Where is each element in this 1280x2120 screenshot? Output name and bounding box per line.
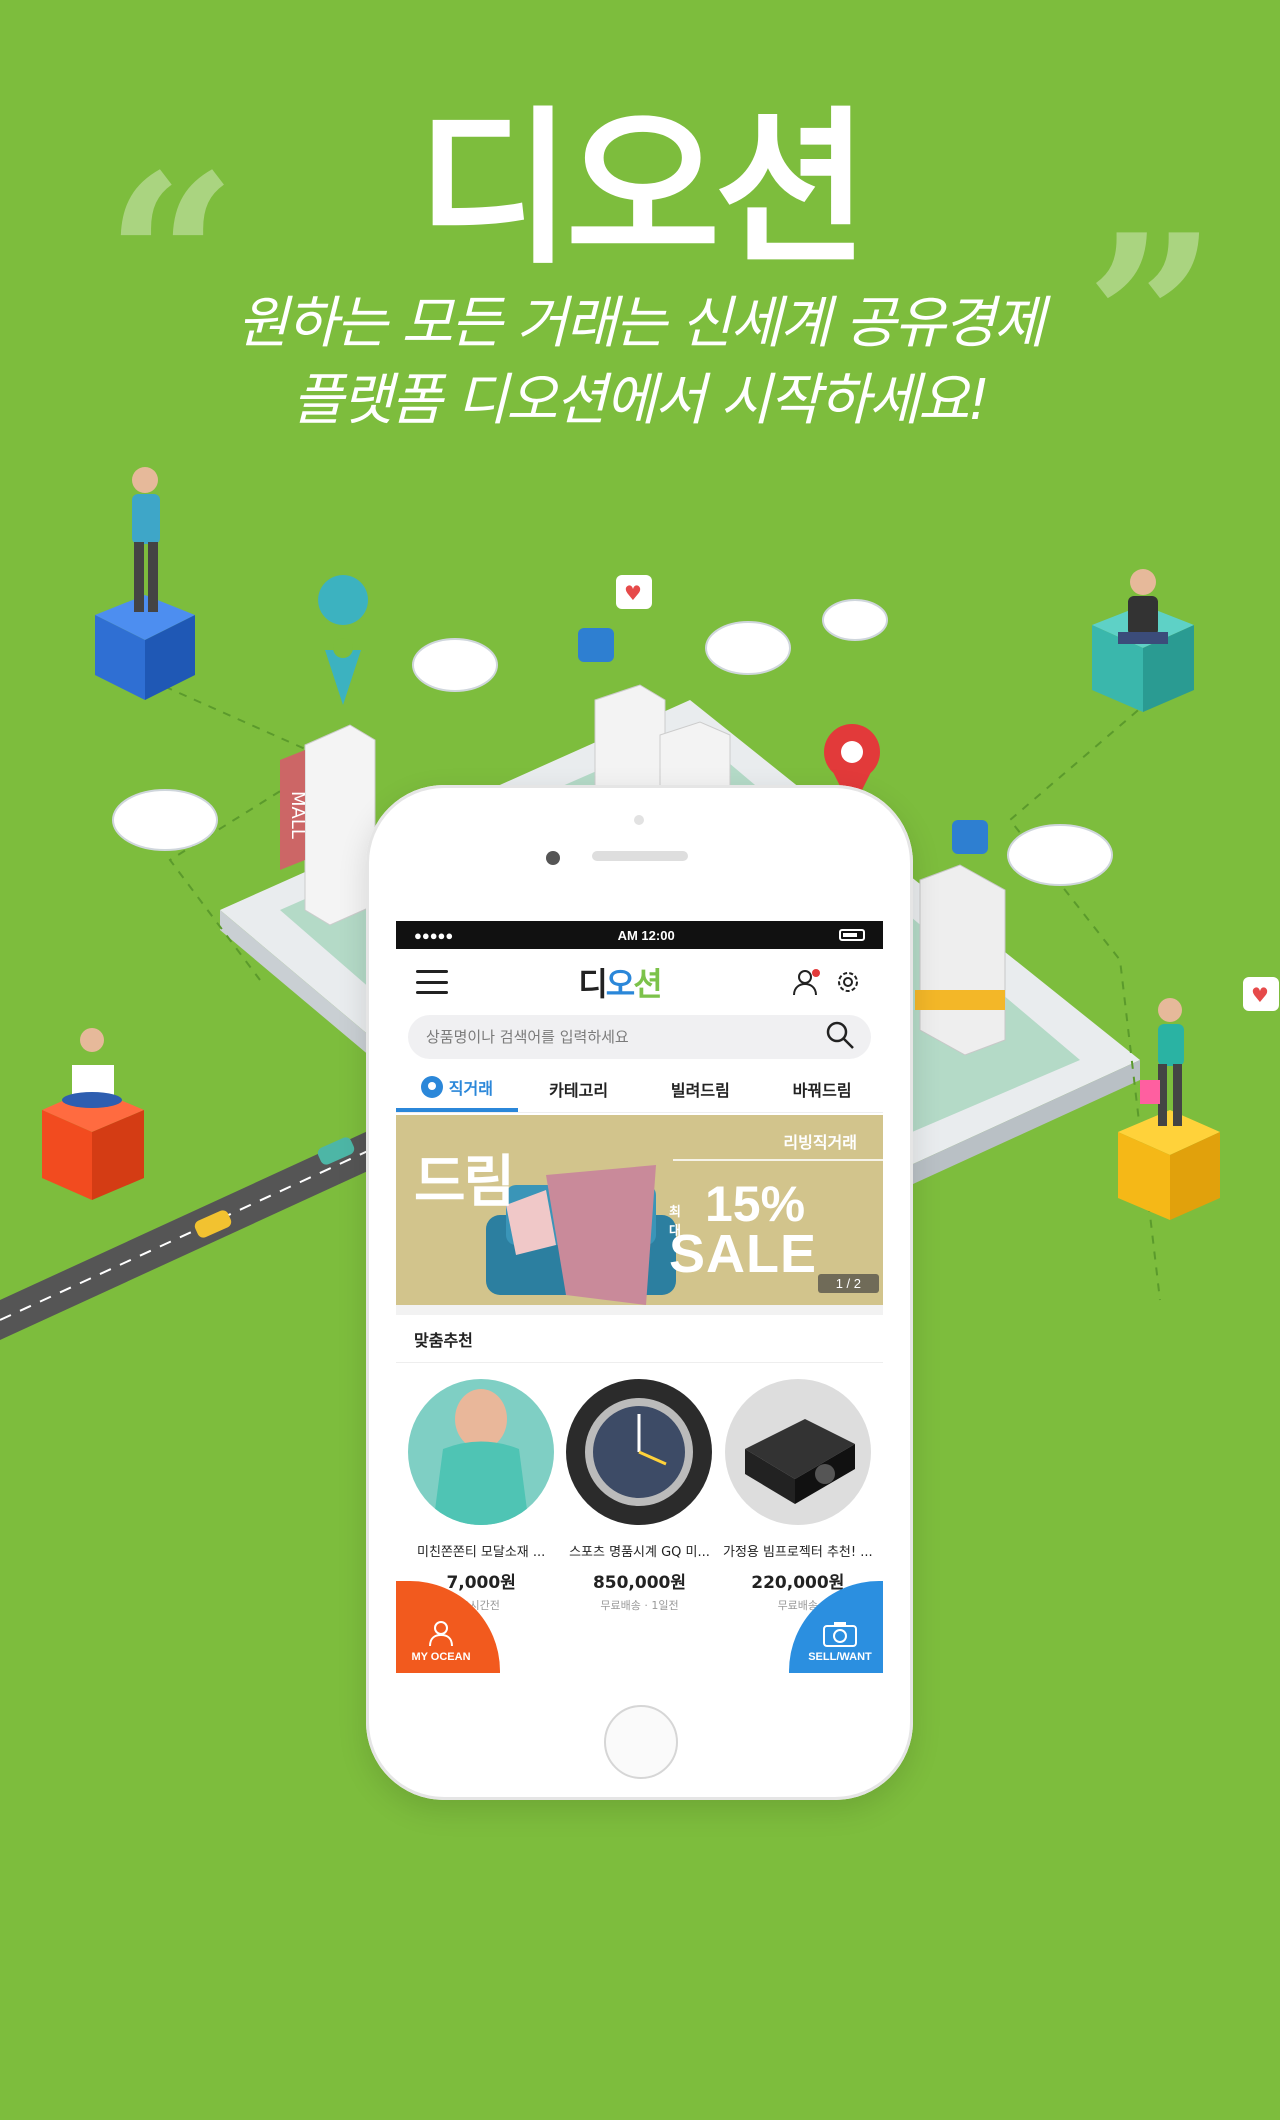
battery-icon [839,929,865,941]
map-pin-teal [318,575,369,625]
person-icon [429,1621,453,1647]
app-logo-part2: 오 [605,965,635,1003]
search-input[interactable] [426,1028,786,1046]
tab-label: 카테고리 [549,1080,609,1100]
sofa-image [486,1165,676,1305]
product-name: 스포츠 명품시계 GQ 미... [569,1545,710,1560]
status-bar: ●●●●● AM 12:00 [396,921,883,949]
shop-building [919,864,1006,1056]
svg-text:MALL: MALL [287,791,308,839]
search-bar [408,1015,871,1059]
search-icon[interactable] [825,1020,855,1054]
hero-subtitle: 원하는 모든 거래는 신세계 공유경제 플랫폼 디오션에서 시작하세요! [0,285,1280,440]
banner-pager: 1 / 2 [817,1274,879,1293]
promo-page: MALL ♥ ♥ “ ” 디오션 원하는 모든 거래는 신세계 공유경제 플랫폼… [0,0,1280,2120]
teal-car [317,1137,355,1165]
hero-subtitle-line1: 원하는 모든 거래는 신세계 공유경제 [236,291,1045,356]
like-bubble [578,628,614,662]
product-card[interactable]: 가정용 빔프로젝터 추천! ... 220,000원 무료배송 [723,1379,873,1613]
banner-divider [673,1159,883,1161]
my-ocean-label: MY OCEAN [411,1651,471,1663]
product-name: 가정용 빔프로젝터 추천! ... [723,1545,873,1560]
person-standing [132,467,160,612]
tab-bar: 직거래 카테고리 빌려드림 바꿔드림 [396,1065,883,1113]
phone-speaker [592,851,688,861]
product-price: 850,000원 [592,1573,687,1593]
yellow-car [194,1210,232,1238]
app-logo[interactable]: 디오션 [578,959,662,1005]
app-logo-part3: 션 [633,965,662,1003]
tab-category[interactable]: 카테고리 [518,1065,640,1112]
product-image [566,1379,713,1525]
svg-text:♥: ♥ [624,581,642,605]
cube-teal [1092,605,1194,712]
product-image [408,1379,555,1525]
app-logo-part1: 디 [578,965,607,1003]
recommend-section: 맞춤추천 미친쫀쫀티 모달소재 ... 7,000원 2시간전 스포츠 명품시계… [396,1305,883,1613]
camera-icon [823,1622,857,1647]
person-laptop [62,1028,122,1108]
tab-direct-trade[interactable]: 직거래 [396,1065,518,1112]
appbar-actions [791,967,863,997]
settings-gear-icon[interactable] [833,967,863,997]
product-card[interactable]: 스포츠 명품시계 GQ 미... 850,000원 무료배송 · 1일전 [564,1379,714,1613]
banner-tag: 리빙직거래 [783,1133,857,1152]
banner-sale-text: SALE [669,1224,818,1284]
my-profile-icon[interactable] [791,967,821,997]
tab-label: 빌려드림 [670,1080,730,1100]
cube-yellow [1118,1110,1220,1220]
product-name: 미친쫀쫀티 모달소재 ... [417,1545,546,1560]
promo-banner[interactable]: 드림 리빙직거래 최대 15% SALE 1 / 2 [396,1115,883,1305]
tab-label: 직거래 [448,1078,493,1098]
banner-headline: 드림 [414,1150,515,1215]
sell-want-label: SELL/WANT [808,1651,872,1663]
road [0,1130,370,1340]
heart-bubble [616,575,652,609]
person-shopping [1140,998,1184,1126]
tab-exchange[interactable]: 바꿔드림 [761,1065,883,1112]
person-sitting [1118,569,1168,644]
app-screen: ●●●●● AM 12:00 디오션 상품명이나 검색어를 입력하세요 직거래 … [396,921,883,1673]
signal-indicator: ●●●●● [414,927,454,943]
phone-mockup: ●●●●● AM 12:00 디오션 상품명이나 검색어를 입력하세요 직거래 … [366,785,913,1800]
location-pin-icon [420,1075,443,1098]
phone-sensor [634,815,644,825]
tab-rent[interactable]: 빌려드림 [640,1065,762,1112]
status-time: AM 12:00 [617,927,675,943]
svg-text:♥: ♥ [1251,983,1269,1007]
hero-subtitle-line2: 플랫폼 디오션에서 시작하세요! [292,368,990,434]
home-button[interactable] [604,1705,678,1779]
product-image [724,1379,871,1525]
cube-blue [95,595,195,700]
product-card[interactable]: 미친쫀쫀티 모달소재 ... 7,000원 2시간전 [406,1379,556,1613]
phone-camera [546,851,560,865]
map-pin-red [824,724,880,780]
product-list: 미친쫀쫀티 모달소재 ... 7,000원 2시간전 스포츠 명품시계 GQ 미… [396,1363,883,1613]
section-title: 맞춤추천 [396,1315,883,1363]
hero-title: 디오션 [417,91,869,287]
product-meta: 무료배송 · 1일전 [600,1599,679,1612]
mall-building [304,724,376,926]
app-bar: 디오션 [396,949,883,1015]
tab-label: 바꿔드림 [792,1080,852,1100]
menu-icon[interactable] [416,970,448,994]
cube-orange [42,1088,144,1200]
